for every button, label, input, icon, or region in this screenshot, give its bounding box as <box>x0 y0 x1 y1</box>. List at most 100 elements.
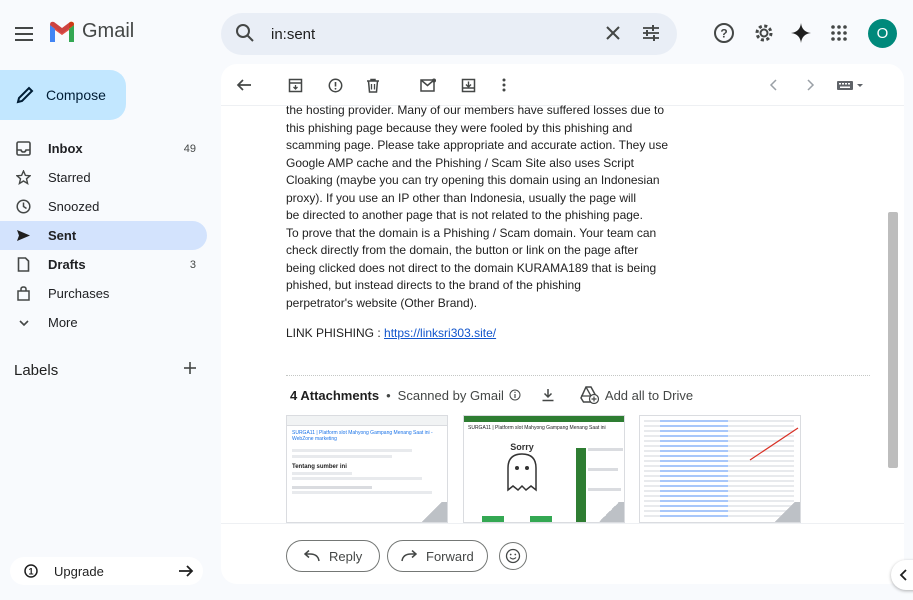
settings-gear-icon[interactable] <box>752 21 776 45</box>
draft-icon <box>16 257 31 272</box>
gmail-logo[interactable]: Gmail <box>48 20 134 43</box>
message-line: be directed to another page that is not … <box>286 208 643 222</box>
gemini-sparkle-icon[interactable] <box>789 21 813 45</box>
sidebar-item-more[interactable]: More <box>0 308 207 337</box>
separator-dot: • <box>386 387 391 403</box>
thumb1-heading: Tentang sumber ini <box>292 464 347 470</box>
apps-grid-icon[interactable] <box>827 21 851 45</box>
top-bar: Gmail ? O <box>0 0 913 68</box>
smiley-icon <box>505 548 521 564</box>
sidebar-item-purchases[interactable]: Purchases <box>0 279 207 308</box>
sidebar-item-label: Sent <box>48 228 77 243</box>
message-line: scamming page. Please take appropriate a… <box>286 138 669 152</box>
create-label-button[interactable] <box>183 361 197 380</box>
reply-label: Reply <box>329 548 363 564</box>
support-icon[interactable]: ? <box>712 21 736 45</box>
thumb1-title: SURGA11 | Platform slot Mahyong Gampang … <box>292 430 433 442</box>
message-line: proxy). If you use an IP other than Indo… <box>286 190 636 205</box>
search-options-icon[interactable] <box>641 23 661 48</box>
text-placeholder <box>292 455 392 458</box>
back-arrow-icon[interactable] <box>235 76 253 94</box>
attachment-thumbnail-2[interactable]: SURGA11 | Platform slot Mahyong Gampang … <box>463 415 625 523</box>
message-line: perpetrator's website (Other Brand). <box>286 295 478 310</box>
sidebar-item-label: More <box>48 315 78 330</box>
plus-icon <box>184 362 196 374</box>
phishing-link[interactable]: https://linksri303.site/ <box>384 326 496 340</box>
upgrade-label: Upgrade <box>54 563 104 579</box>
pencil-icon <box>16 86 34 104</box>
reply-arrow-icon <box>304 550 320 562</box>
add-to-drive-icon[interactable] <box>579 386 599 404</box>
upgrade-info-icon: 1 <box>24 564 38 581</box>
thumb2-title: SURGA11 | Platform slot Mahyong Gampang … <box>468 425 606 431</box>
page-curl <box>417 502 447 522</box>
message-line: To prove that the domain is a Phishing /… <box>286 225 657 240</box>
sorry-text: Sorry <box>510 442 534 452</box>
emoji-reaction-button[interactable] <box>499 542 527 570</box>
download-all-icon[interactable] <box>541 388 555 402</box>
search-input[interactable] <box>271 23 591 45</box>
page-curl <box>594 502 624 522</box>
sidebar-item-label: Inbox <box>48 141 83 156</box>
attachment-thumbnail-3[interactable] <box>639 415 801 523</box>
attachments-header: 4 Attachments • Scanned by Gmail Add all… <box>290 386 693 404</box>
input-tools-keyboard-icon[interactable] <box>835 76 867 94</box>
steps-column <box>576 448 586 522</box>
star-icon <box>16 170 31 185</box>
sidebar-item-drafts[interactable]: Drafts 3 <box>0 250 207 279</box>
message-toolbar <box>221 64 904 106</box>
reply-actions: Reply Forward <box>221 523 904 584</box>
side-panel-toggle[interactable] <box>891 560 913 590</box>
add-all-to-drive-label[interactable]: Add all to Drive <box>605 388 693 403</box>
text-placeholder <box>292 449 412 452</box>
sorry-ghost-graphic: Sorry <box>486 442 558 506</box>
message-line: the hosting provider. Many of our member… <box>286 103 664 117</box>
inbox-icon <box>16 141 31 156</box>
forward-button[interactable]: Forward <box>387 540 488 572</box>
compose-button[interactable]: Compose <box>0 70 126 120</box>
page-curl <box>770 502 800 522</box>
upgrade-button[interactable]: 1 Upgrade <box>10 557 203 585</box>
message-scrollbar-thumb[interactable] <box>888 212 898 468</box>
mark-unread-icon[interactable] <box>419 76 437 94</box>
clear-search-icon[interactable] <box>603 23 623 48</box>
sidebar-item-label: Snoozed <box>48 199 100 214</box>
text-placeholder <box>588 488 621 491</box>
forward-label: Forward <box>426 548 474 564</box>
report-spam-icon[interactable] <box>326 76 344 94</box>
sidebar-nav: Inbox 49 Starred Snoozed Sent Drafts 3 P… <box>0 134 220 337</box>
move-to-icon[interactable] <box>459 76 477 94</box>
arrow-right-icon <box>177 562 195 583</box>
chevron-left-icon <box>899 569 907 581</box>
sidebar-item-sent[interactable]: Sent <box>0 221 207 250</box>
url-column-graphic <box>660 420 728 520</box>
gmail-logo-text: Gmail <box>82 20 135 42</box>
search-bar[interactable] <box>221 13 677 55</box>
sidebar-item-label: Drafts <box>48 257 86 272</box>
message-line: this phishing page because they were foo… <box>286 120 633 135</box>
sidebar-item-snoozed[interactable]: Snoozed <box>0 192 207 221</box>
more-vertical-icon[interactable] <box>495 76 513 94</box>
text-placeholder <box>588 448 623 451</box>
attachment-thumbnail-1[interactable]: SURGA11 | Platform slot Mahyong Gampang … <box>286 415 448 523</box>
account-avatar[interactable]: O <box>868 19 897 48</box>
info-icon[interactable] <box>509 389 521 401</box>
compose-label: Compose <box>46 87 106 103</box>
main-menu-button[interactable] <box>10 20 38 48</box>
drafts-count: 3 <box>189 258 196 271</box>
text-placeholder <box>588 468 618 471</box>
delete-trash-icon[interactable] <box>364 76 382 94</box>
older-chevron-right-icon[interactable] <box>801 76 819 94</box>
phishing-link-line: LINK PHISHING : https://linksri303.site/ <box>286 326 496 340</box>
sidebar-item-starred[interactable]: Starred <box>0 163 207 192</box>
browser-bar <box>287 416 447 426</box>
sidebar-item-inbox[interactable]: Inbox 49 <box>0 134 207 163</box>
message-line: Google AMP cache and the Phishing / Scam… <box>286 155 634 170</box>
sidebar-item-label: Purchases <box>48 286 110 301</box>
search-icon[interactable] <box>235 23 255 48</box>
text-placeholder <box>292 472 352 475</box>
archive-icon[interactable] <box>286 76 304 94</box>
reply-button[interactable]: Reply <box>286 540 380 572</box>
newer-chevron-left-icon[interactable] <box>765 76 783 94</box>
text-placeholder <box>292 491 432 494</box>
